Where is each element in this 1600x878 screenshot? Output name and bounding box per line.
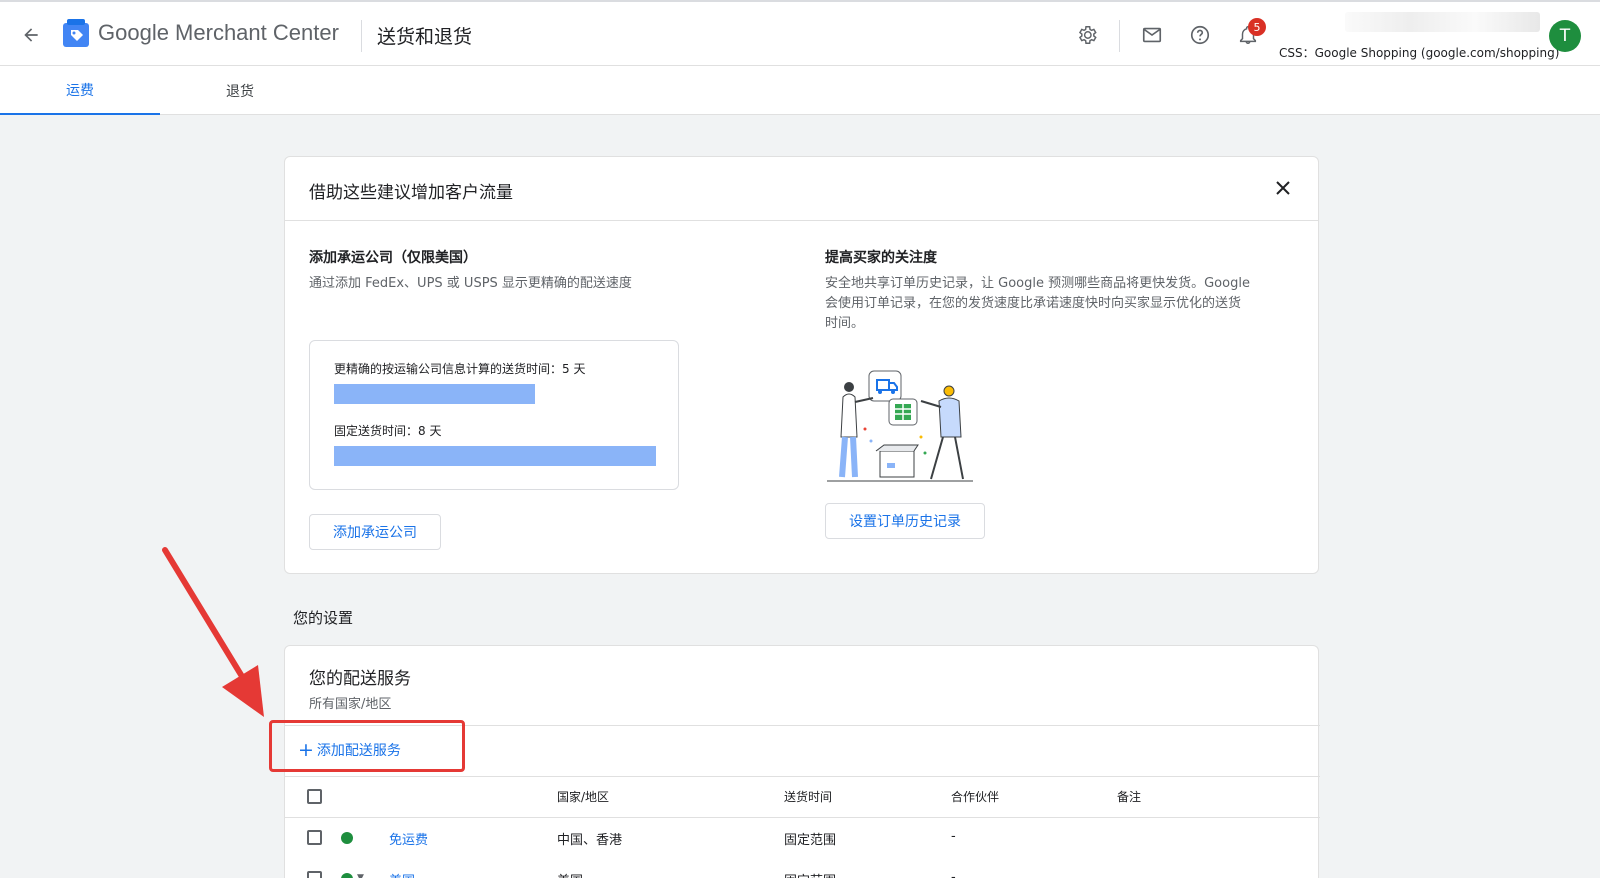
suggestions-header: 借助这些建议增加客户流量: [285, 157, 1318, 221]
close-suggestions-button[interactable]: [1270, 175, 1296, 201]
column-header-country: 国家/地区: [557, 790, 610, 804]
notification-badge: 5: [1248, 18, 1266, 36]
help-icon: [1190, 25, 1210, 45]
tab-returns[interactable]: 退货: [160, 66, 320, 115]
service-delivery-time: 固定范围: [784, 870, 836, 878]
service-name-link[interactable]: 免运费: [389, 829, 428, 848]
account-name-redacted: [1345, 12, 1540, 32]
mail-button[interactable]: [1138, 21, 1166, 49]
tab-shipping[interactable]: 运费: [0, 66, 160, 115]
toolbar-divider: [1119, 20, 1120, 52]
service-partner: -: [951, 870, 956, 878]
column-header-partner: 合作伙伴: [951, 790, 1000, 804]
merchant-center-logo-icon: [63, 19, 89, 47]
add-carrier-button[interactable]: 添加承运公司: [309, 514, 441, 550]
status-active-dot: [341, 832, 353, 844]
gear-icon: [1078, 26, 1097, 44]
arrow-back-icon: [24, 28, 38, 42]
buyer-desc: 安全地共享订单历史记录，让 Google 预测哪些商品将更快发货。Google …: [825, 276, 1250, 331]
service-country: 美国: [557, 870, 583, 878]
services-subtitle: 所有国家/地区: [309, 697, 392, 712]
account-css-label[interactable]: CSS：Google Shopping (google.com/shopping…: [1279, 44, 1559, 61]
status-active-dot: [341, 873, 353, 878]
setup-order-history-button[interactable]: 设置订单历史记录: [825, 503, 985, 539]
settings-button[interactable]: [1073, 21, 1101, 49]
top-app-bar: Google Merchant Center 送货和退货 5 CSS：Googl…: [0, 0, 1600, 66]
suggestions-card: 借助这些建议增加客户流量 添加承运公司（仅限美国） 通过添加 FedEx、UPS…: [284, 156, 1319, 574]
accurate-delivery-bar: [334, 384, 535, 404]
row-checkbox[interactable]: [307, 871, 322, 878]
brand-name: Google Merchant Center: [98, 20, 339, 45]
accurate-delivery-label: 更精确的按运输公司信息计算的送货时间：5 天: [334, 362, 586, 376]
delivery-compare-box: 更精确的按运输公司信息计算的送货时间：5 天 固定送货时间：8 天: [309, 340, 679, 490]
mail-icon: [1142, 27, 1162, 43]
back-button[interactable]: [18, 22, 44, 48]
carrier-desc: 通过添加 FedEx、UPS 或 USPS 显示更精确的配送速度: [309, 276, 632, 291]
page-title: 送货和退货: [377, 26, 473, 48]
table-header-bottom-border: [285, 817, 1320, 818]
annotation-highlight-box: [269, 720, 465, 772]
chevron-down-icon[interactable]: ▼: [357, 873, 364, 878]
suggestions-title: 借助这些建议增加客户流量: [309, 183, 513, 203]
service-delivery-time: 固定范围: [784, 833, 837, 848]
merchant-center-logo[interactable]: Google Merchant Center: [62, 18, 339, 48]
services-title: 您的配送服务: [309, 669, 411, 689]
avatar[interactable]: T: [1549, 20, 1581, 52]
help-button[interactable]: [1186, 21, 1214, 49]
order-history-illustration: [827, 370, 973, 482]
fixed-delivery-bar: [334, 446, 656, 466]
your-settings-label: 您的设置: [293, 609, 354, 627]
fixed-delivery-label: 固定送货时间：8 天: [334, 424, 442, 438]
service-partner: -: [951, 829, 956, 844]
carrier-title: 添加承运公司（仅限美国）: [309, 250, 477, 266]
title-divider: [361, 20, 362, 52]
select-all-checkbox[interactable]: [307, 789, 322, 804]
column-header-note: 备注: [1117, 790, 1142, 804]
row-checkbox[interactable]: [307, 830, 322, 845]
annotation-arrow-icon: [162, 547, 264, 717]
service-country: 中国、香港: [557, 833, 623, 848]
column-header-delivery-time: 送货时间: [784, 790, 833, 804]
close-icon: [1276, 181, 1290, 195]
buyer-title: 提高买家的关注度: [825, 250, 937, 266]
service-name-link[interactable]: 美国: [389, 870, 415, 878]
tabs-bar: 运费 退货: [0, 66, 1600, 115]
table-header-top-border: [285, 776, 1320, 777]
